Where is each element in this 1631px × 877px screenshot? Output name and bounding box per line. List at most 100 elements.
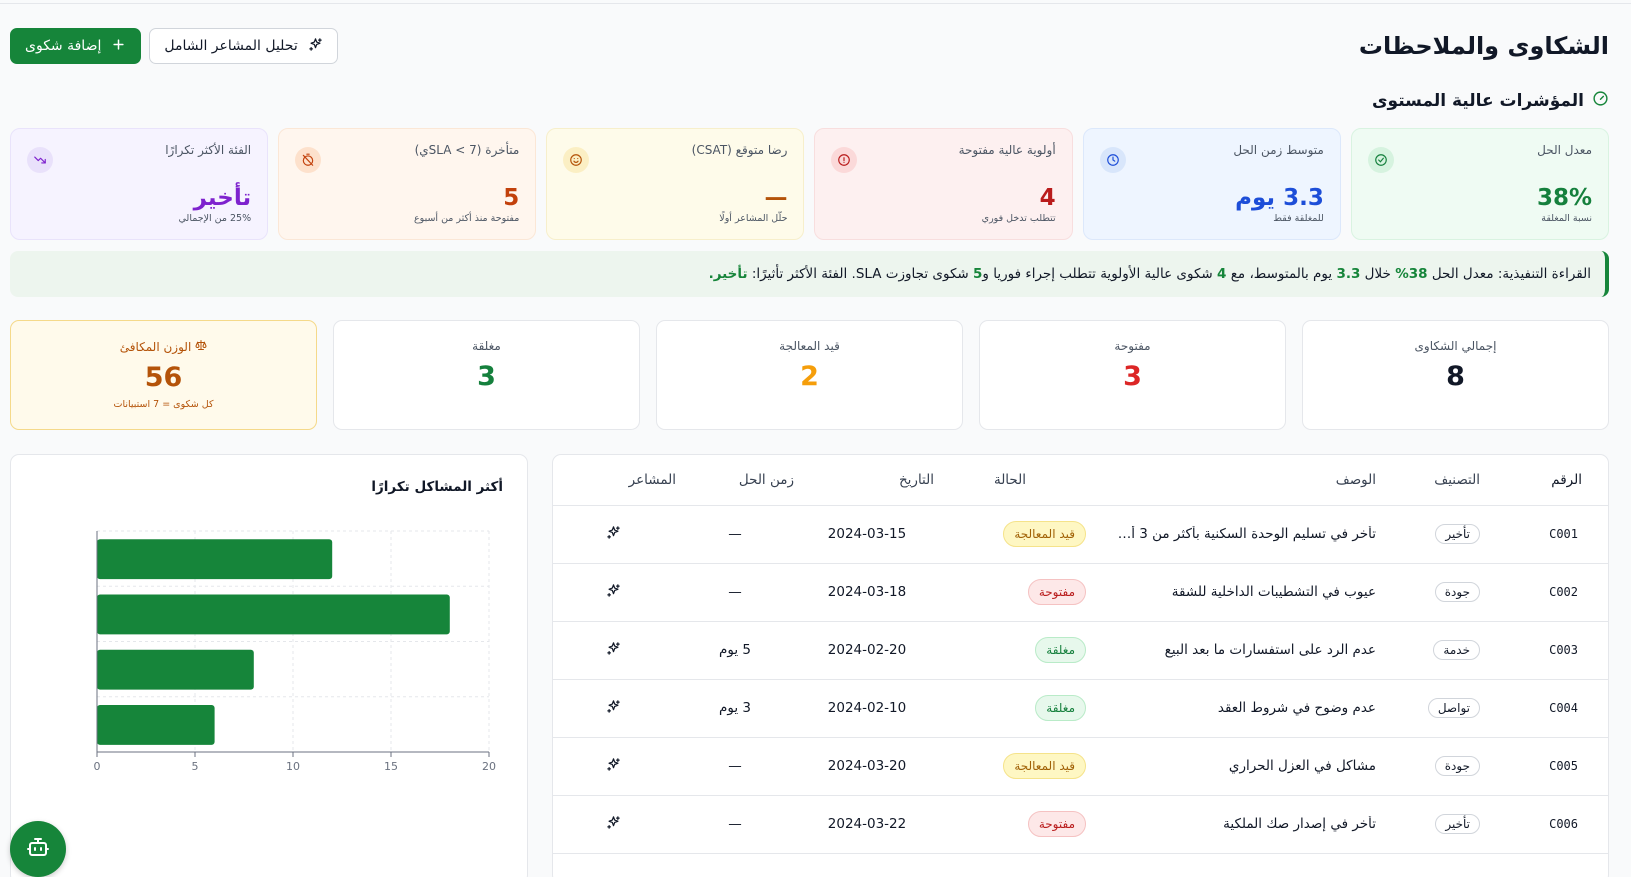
- status-badge: مفتوحة: [1027, 579, 1086, 605]
- executive-summary-text: القراءة التنفيذية: معدل الحل 38% خلال 3.…: [709, 266, 1591, 282]
- sparkles-icon[interactable]: [606, 699, 621, 718]
- smile-icon: [563, 147, 590, 173]
- add-complaint-button[interactable]: إضافة شكوى: [10, 28, 142, 64]
- kpi-label: معدل الحل: [1537, 143, 1592, 157]
- kpi-value: 38%: [1536, 185, 1592, 211]
- complaints-table: الرقم التصنيف الوصف الحالة التاريخ زمن ا…: [553, 455, 1608, 854]
- date-cell: 2024-03-20: [794, 737, 940, 796]
- kpi-value: 3.3 يوم: [1235, 185, 1324, 211]
- category-cell: تأخير: [1376, 795, 1504, 854]
- date-cell: 2024-03-15: [794, 505, 940, 564]
- stat-value: 3: [477, 361, 496, 392]
- stat-in-progress: قيد المعالجة 2: [656, 320, 963, 430]
- description-text: مشاكل في العزل الحراري: [1228, 758, 1376, 774]
- chart-bar: [97, 649, 254, 690]
- alert-circle-icon: [831, 147, 858, 173]
- sparkles-icon[interactable]: [606, 757, 621, 776]
- table-row[interactable]: C004 تواصل عدم وضوح في شروط العقد مغلقة …: [553, 679, 1608, 738]
- category-cell: تأخير: [1376, 505, 1504, 564]
- date-cell: 2024-03-18: [794, 563, 940, 622]
- add-complaint-label: إضافة شكوى: [25, 38, 102, 54]
- stat-label: مفتوحة: [1114, 339, 1151, 353]
- table-row[interactable]: C002 جودة عيوب في التشطيبات الداخلية للش…: [553, 563, 1608, 622]
- sentiment-cell: [553, 621, 676, 680]
- category-cell: جودة: [1376, 563, 1504, 622]
- description-text: عدم وضوح في شروط العقد: [1217, 700, 1376, 716]
- description-cell: مشاكل في العزل الحراري: [1104, 737, 1376, 796]
- sparkles-icon[interactable]: [606, 583, 621, 602]
- header-sentiment[interactable]: المشاعر: [553, 455, 676, 506]
- table-row[interactable]: C005 جودة مشاكل في العزل الحراري قيد الم…: [553, 737, 1608, 796]
- complaint-id: C006: [1504, 795, 1608, 854]
- sparkles-icon[interactable]: [606, 525, 621, 544]
- weight-label: الوزن المكافئ: [119, 339, 192, 354]
- kpi-cards: معدل الحل 38% نسبة المغلقة متوسط زمن الح…: [9, 128, 1609, 240]
- stat-open: مفتوحة 3: [979, 320, 1286, 430]
- description-text: تأخر في تسليم الوحدة السكنية بأكثر من 3 …: [1114, 526, 1376, 542]
- category-badge: خدمة: [1433, 640, 1480, 660]
- exec-category: تأخير.: [708, 266, 748, 282]
- stat-value: 3: [1123, 361, 1142, 392]
- date-cell: 2024-03-22: [794, 795, 940, 854]
- description-text: تأخر في إصدار صك الملكية: [1223, 816, 1376, 832]
- table-row[interactable]: C006 تأخير تأخر في إصدار صك الملكية مفتو…: [553, 795, 1608, 854]
- status-badge: مغلقة: [1035, 695, 1086, 721]
- kpi-sub: للمغلقة فقط: [1273, 213, 1324, 224]
- status-cell: قيد المعالجة: [940, 505, 1104, 564]
- top-divider: [0, 3, 1631, 4]
- assistant-bot-button[interactable]: [10, 821, 66, 877]
- top-issues-chart: 0 5 10 15 20: [94, 530, 496, 773]
- status-cell: مغلقة: [940, 679, 1104, 738]
- summary-stats: إجمالي الشكاوى 8 مفتوحة 3 قيد المعالجة 2…: [10, 320, 1609, 430]
- kpi-sub: حلّل المشاعر أولًا: [719, 213, 788, 224]
- header-description[interactable]: الوصف: [1104, 455, 1376, 506]
- resolution-cell: —: [676, 563, 794, 622]
- stat-value: 8: [1446, 361, 1465, 392]
- category-badge: جودة: [1434, 756, 1480, 776]
- exec-prefix: القراءة التنفيذية: معدل الحل: [1431, 266, 1591, 282]
- kpi-value: —: [764, 185, 788, 211]
- status-badge: قيد المعالجة: [1003, 521, 1086, 547]
- header-number[interactable]: الرقم: [1504, 455, 1608, 506]
- complaint-id: C005: [1504, 737, 1608, 796]
- header-status[interactable]: الحالة: [940, 455, 1104, 506]
- category-cell: تواصل: [1376, 679, 1504, 738]
- header-resolution-time[interactable]: زمن الحل: [676, 455, 794, 506]
- description-cell: تأخر في إصدار صك الملكية: [1104, 795, 1376, 854]
- analyze-sentiment-label: تحليل المشاعر الشامل: [164, 38, 298, 54]
- chart-title: أكثر المشاكل تكرارًا: [371, 479, 503, 495]
- kpi-card-high-priority: أولوية عالية مفتوحة 4 تتطلب تدخل فوري: [814, 128, 1073, 240]
- kpi-card-resolution-rate: معدل الحل 38% نسبة المغلقة: [1350, 128, 1609, 240]
- check-circle-icon: [1367, 147, 1394, 173]
- description-cell: عدم الرد على استفسارات ما بعد البيع: [1104, 621, 1376, 680]
- clock-icon: [1099, 147, 1126, 173]
- sparkles-icon[interactable]: [606, 641, 621, 660]
- category-badge: تأخير: [1435, 524, 1480, 544]
- table-row[interactable]: C001 تأخير تأخر في تسليم الوحدة السكنية …: [553, 505, 1608, 564]
- bot-icon: [26, 835, 50, 863]
- category-badge: جودة: [1434, 582, 1480, 602]
- stat-total: إجمالي الشكاوى 8: [1302, 320, 1609, 430]
- description-cell: عدم وضوح في شروط العقد: [1104, 679, 1376, 738]
- header-category[interactable]: التصنيف: [1376, 455, 1504, 506]
- resolution-cell: —: [676, 737, 794, 796]
- page-header: الشكاوى والملاحظات تحليل المشاعر الشامل …: [10, 24, 1609, 68]
- sentiment-cell: [553, 795, 676, 854]
- sparkles-icon[interactable]: [606, 815, 621, 834]
- kpi-sub: تتطلب تدخل فوري: [981, 213, 1056, 224]
- kpi-value: تأخير: [193, 185, 252, 211]
- status-badge: قيد المعالجة: [1003, 753, 1086, 779]
- stat-label: إجمالي الشكاوى: [1414, 339, 1497, 353]
- exec-text: شكوى عالية الأولوية تتطلب إجراء فوريا و: [982, 266, 1213, 282]
- complaint-id: C001: [1504, 505, 1608, 564]
- status-cell: قيد المعالجة: [940, 737, 1104, 796]
- resolution-cell: —: [676, 795, 794, 854]
- description-text: عيوب في التشطيبات الداخلية للشقة: [1171, 584, 1376, 600]
- header-date[interactable]: التاريخ: [794, 455, 940, 506]
- kpi-sub: 25% من الإجمالي: [178, 213, 252, 224]
- table-row[interactable]: C003 خدمة عدم الرد على استفسارات ما بعد …: [553, 621, 1608, 680]
- kpi-label: متوسط زمن الحل: [1233, 143, 1324, 157]
- kpi-section-title: المؤشرات عالية المستوى: [1371, 91, 1584, 111]
- complaint-id: C004: [1504, 679, 1608, 738]
- analyze-sentiment-button[interactable]: تحليل المشاعر الشامل: [149, 28, 338, 64]
